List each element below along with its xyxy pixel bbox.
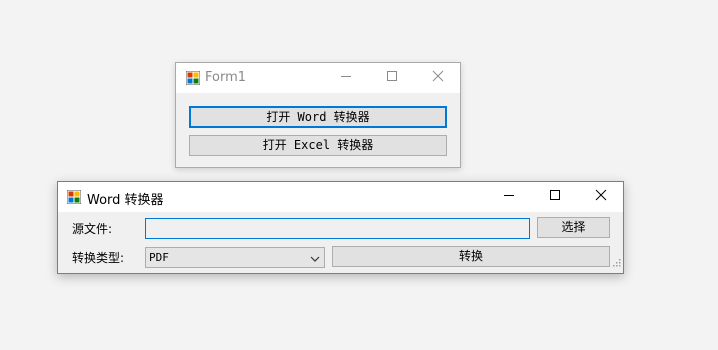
word-converter-title: Word 转换器 [87,193,164,208]
maximize-icon [550,190,560,200]
convert-type-value: PDF [149,251,169,264]
form1-titlebar[interactable]: Form1 [176,63,460,93]
browse-button[interactable]: 选择 [537,217,610,238]
word-converter-minimize-button[interactable] [486,189,532,205]
convert-button[interactable]: 转换 [332,246,610,267]
source-file-input[interactable] [145,218,530,239]
minimize-icon [504,195,514,196]
word-converter-maximize-button[interactable] [532,189,578,205]
form1-window: Form1 打开 Word 转换器 打开 Excel 转换器 [175,62,461,168]
form1-app-icon [186,71,200,85]
word-converter-close-button[interactable] [578,189,624,205]
close-icon [432,70,444,82]
form1-title: Form1 [205,70,247,85]
close-icon [595,189,607,201]
open-excel-converter-button[interactable]: 打开 Excel 转换器 [189,135,447,156]
source-file-label: 源文件: [72,222,113,236]
convert-type-label: 转换类型: [72,251,125,265]
maximize-icon [387,71,397,81]
word-converter-titlebar[interactable]: Word 转换器 [58,182,623,212]
minimize-icon [341,76,351,77]
open-word-converter-button[interactable]: 打开 Word 转换器 [189,106,447,128]
word-converter-app-icon [67,190,81,204]
resize-grip-icon[interactable] [612,252,621,271]
form1-minimize-button[interactable] [323,70,369,86]
word-converter-window: Word 转换器 源文件: 选择 转换类型: PDF 转换 [57,181,624,274]
chevron-down-icon [310,253,320,266]
form1-close-button[interactable] [415,70,461,86]
desktop: { "form1": { "title": "Form1", "minimize… [0,0,718,350]
convert-type-select[interactable]: PDF [145,247,325,268]
form1-maximize-button[interactable] [369,70,415,86]
